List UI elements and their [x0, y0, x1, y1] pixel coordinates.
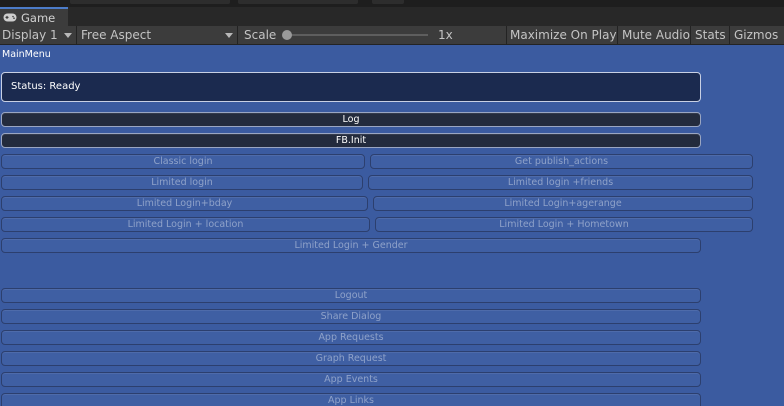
fb-init-button[interactable]: FB.Init [1, 133, 701, 148]
limited-login-agerange-button[interactable]: Limited Login+agerange [373, 196, 753, 211]
limited-login-bday-button[interactable]: Limited Login+bday [1, 196, 368, 211]
toolbar-segment [70, 0, 230, 4]
scale-slider-track[interactable] [288, 34, 428, 36]
get-publish-actions-button[interactable]: Get publish_actions [370, 154, 753, 169]
limited-login-gender-button[interactable]: Limited Login + Gender [1, 238, 701, 253]
aspect-dropdown[interactable]: Free Aspect [77, 26, 238, 44]
app-requests-button[interactable]: App Requests [1, 330, 701, 345]
share-dialog-button[interactable]: Share Dialog [1, 309, 701, 324]
display-dropdown[interactable]: Display 1 [0, 26, 77, 44]
limited-login-button[interactable]: Limited login [1, 175, 363, 190]
scale-label: Scale [244, 28, 277, 42]
toolbar-segment [238, 0, 358, 4]
gizmos-dropdown[interactable]: Gizmos [734, 26, 778, 44]
app-events-button[interactable]: App Events [1, 372, 701, 387]
log-button[interactable]: Log [1, 112, 701, 127]
main-menu-label: MainMenu [2, 49, 51, 60]
scale-value: 1x [438, 28, 453, 42]
toolbar-divider [617, 26, 618, 44]
limited-login-location-button[interactable]: Limited Login + location [1, 217, 370, 232]
limited-login-hometown-button[interactable]: Limited Login + Hometown [375, 217, 753, 232]
graph-request-button[interactable]: Graph Request [1, 351, 701, 366]
status-box: Status: Ready [1, 72, 701, 102]
tab-bar: Game [0, 7, 784, 26]
toolbar-divider [506, 26, 507, 44]
logout-button[interactable]: Logout [1, 288, 701, 303]
editor-top-strip [0, 0, 784, 7]
limited-login-friends-button[interactable]: Limited login +friends [368, 175, 753, 190]
chevron-down-icon [64, 33, 72, 38]
maximize-on-play-toggle[interactable]: Maximize On Play [510, 26, 617, 44]
tab-label: Game [21, 10, 56, 25]
stats-toggle[interactable]: Stats [695, 26, 726, 44]
game-toolbar: Display 1 Free Aspect Scale 1x Maximize … [0, 26, 784, 45]
gamepad-icon [3, 13, 17, 22]
classic-login-button[interactable]: Classic login [1, 154, 365, 169]
status-text: Status: Ready [11, 81, 81, 92]
tab-game[interactable]: Game [0, 7, 68, 26]
scale-slider-thumb[interactable] [282, 30, 292, 40]
toolbar-segment [372, 0, 404, 4]
chevron-down-icon [225, 33, 233, 38]
aspect-dropdown-label: Free Aspect [81, 28, 152, 42]
toolbar-divider [729, 26, 730, 44]
app-links-button[interactable]: App Links [1, 393, 701, 406]
display-dropdown-label: Display 1 [2, 28, 58, 42]
toolbar-divider [690, 26, 691, 44]
mute-audio-toggle[interactable]: Mute Audio [622, 26, 690, 44]
